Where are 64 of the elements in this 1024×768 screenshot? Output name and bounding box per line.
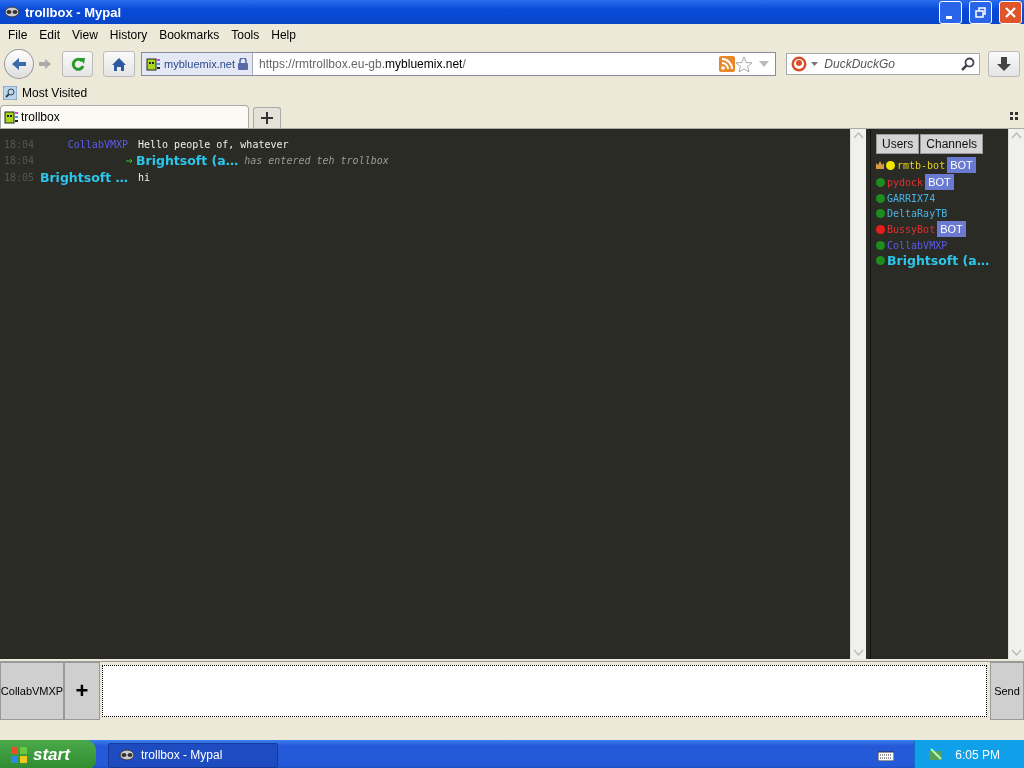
home-icon [111,56,128,72]
site-identity-button[interactable]: mybluemix.net [142,53,253,75]
address-field[interactable]: mybluemix.net https://rmtrollbox.eu-gb.mybluemix.net/ [141,52,777,76]
download-arrow-icon [997,56,1012,72]
menu-item[interactable]: Bookmarks [153,28,226,42]
site-domain: mybluemix.net [164,58,235,70]
user-name[interactable]: GARRIX74 [887,192,936,204]
close-icon [1004,5,1017,19]
window-title: trollbox - Mypal [25,4,123,20]
back-button[interactable] [4,49,34,79]
clock: 6:05 PM [955,748,1000,762]
bookmark-folder[interactable]: Most Visited [22,86,88,100]
raccoon-icon [119,747,135,763]
padlock-icon [238,58,248,70]
start-button[interactable]: start [0,740,96,768]
bot-badge: BOT [937,221,966,237]
new-tab-button[interactable] [253,107,281,128]
home-button[interactable] [103,51,136,77]
windows-flag-icon [10,746,28,764]
url-text: https://rmtrollbox.eu-gb.mybluemix.net/ [258,57,467,71]
rss-feed-icon[interactable] [719,56,736,72]
user-nick[interactable]: Brightsoft (a… [136,153,239,168]
send-button[interactable]: Send [990,662,1024,720]
bot-badge: BOT [925,174,954,190]
menu-item[interactable]: File [2,28,34,42]
raccoon-icon [4,4,20,20]
channel-tab[interactable]: CollabVMXP [0,662,64,720]
search-field[interactable]: DuckDuckGo [786,53,981,75]
menu-item[interactable]: History [103,28,154,42]
grid-icon[interactable] [1010,112,1018,120]
restore-button[interactable] [969,0,992,24]
keyboard-icon[interactable] [878,749,895,761]
magnifier-page-icon[interactable] [3,86,17,100]
user-name[interactable]: Brightsoft (a… [887,253,990,268]
user-name[interactable]: rmtb-bot [897,159,946,171]
message-text: Hello people of, whatever [138,138,289,150]
message-input[interactable] [102,665,987,717]
download-button[interactable] [988,51,1020,77]
join-notice: has entered teh trollbox [244,155,389,166]
close-button[interactable] [999,0,1022,24]
panel-tab[interactable]: Channels [920,134,984,154]
menu-item[interactable]: Tools [225,28,266,42]
user-nick[interactable]: Brightsoft … [38,170,138,185]
message-text: hi [138,172,151,183]
add-channel-button[interactable]: + [64,662,100,720]
reload-icon [69,56,86,72]
bot-badge: BOT [947,157,976,173]
plus-icon [261,112,273,124]
site-logo-icon [4,109,19,125]
minimize-icon [945,15,952,19]
panel-tab[interactable]: Users [876,134,920,154]
menu-item[interactable]: Help [265,28,302,42]
star-icon[interactable] [735,55,754,73]
minimize-button[interactable] [939,0,962,24]
user-name[interactable]: DeltaRayTB [887,207,948,219]
search-icon[interactable] [961,57,976,71]
restore-icon [974,5,987,19]
reload-button[interactable] [61,51,94,77]
taskbar-button[interactable]: trollbox - Mypal [108,742,278,768]
menu-item[interactable]: Edit [33,28,67,42]
menu-item[interactable]: View [66,28,104,42]
site-logo-icon [146,56,162,72]
browser-tab[interactable]: trollbox [0,105,249,128]
dropdown-arrow-icon [811,61,819,67]
